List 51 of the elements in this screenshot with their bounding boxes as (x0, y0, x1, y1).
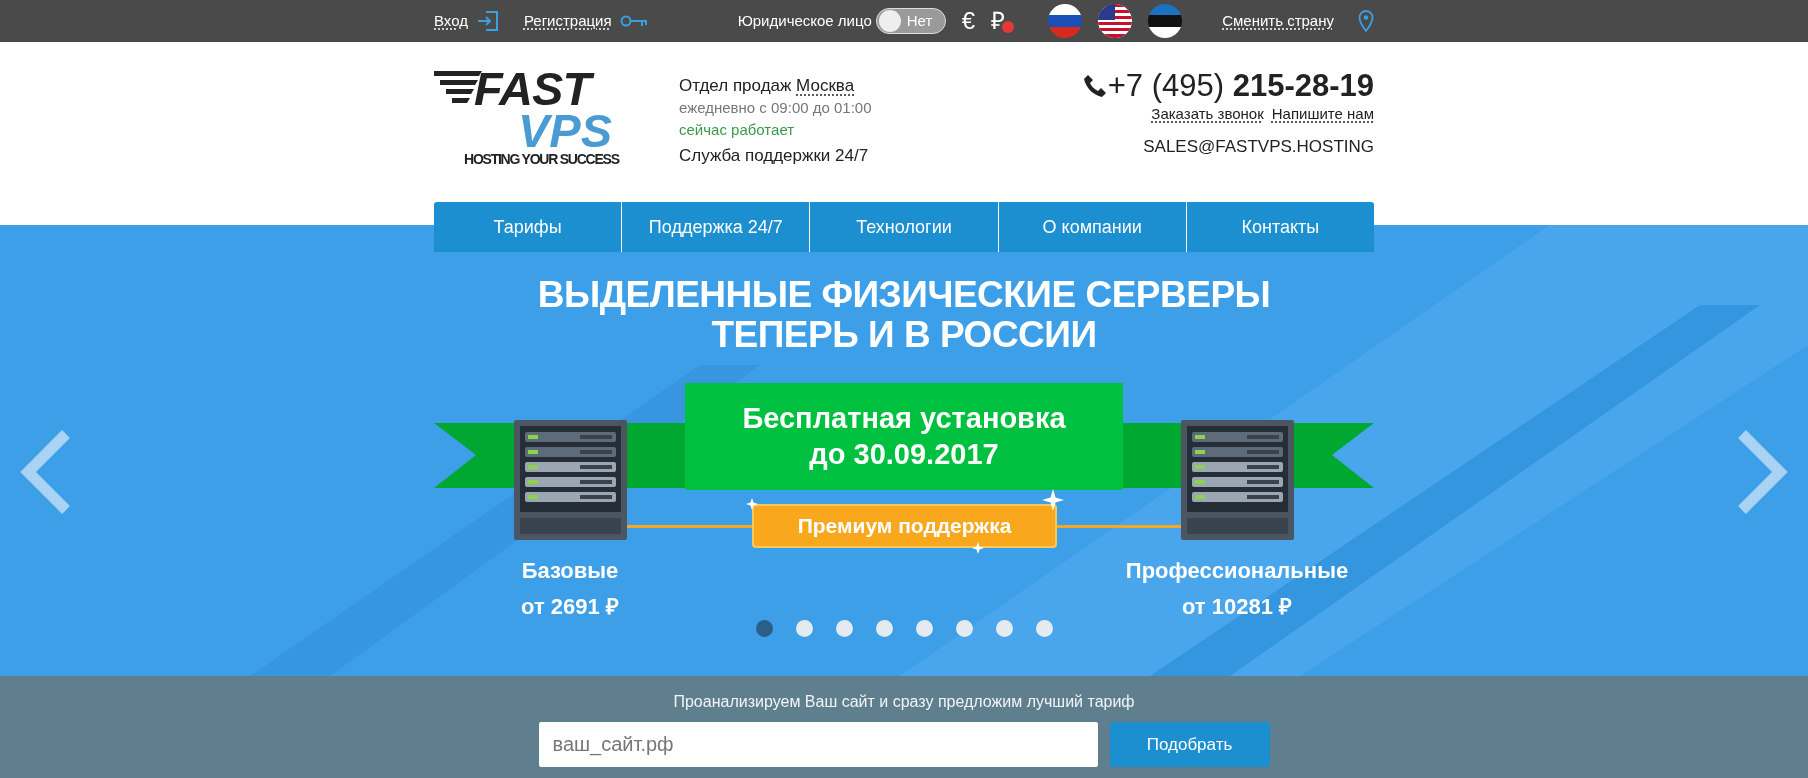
server-icon (1181, 420, 1294, 540)
login-icon (475, 9, 500, 33)
support-text: Служба поддержки 24/7 (679, 145, 870, 167)
banner-title: ТЕПЕРЬ И В РОССИИ (711, 315, 1098, 355)
currency-option[interactable]: € (961, 6, 976, 36)
city-link[interactable]: Москва (796, 76, 855, 95)
carousel-dot[interactable] (915, 620, 933, 637)
header-link[interactable]: Заказать звонок (1151, 103, 1264, 126)
promo-text: до 30.09.2017 (808, 437, 1000, 472)
email-text: SALES@FASTVPS.HOSTING (1142, 135, 1374, 158)
nav-tab[interactable]: Контакты (1185, 202, 1374, 252)
tier-name: Базовые (520, 557, 620, 585)
nav-tab[interactable]: Технологии (809, 202, 998, 252)
nav-tab[interactable]: Поддержка 24/7 (621, 202, 810, 252)
premium-support-badge: Премиум поддержка (752, 504, 1057, 548)
nav-tab[interactable]: О компании (997, 202, 1186, 252)
status-text: сейчас работает (679, 120, 796, 140)
logo[interactable]: FAST VPS HOSTING YOUR SUCCESS (434, 67, 644, 165)
currency-option[interactable]: ₽ (991, 6, 1015, 36)
register-link[interactable]: Регистрация (523, 9, 612, 33)
pick-button[interactable]: Подобрать (1109, 722, 1270, 767)
flag-icon[interactable] (1148, 4, 1183, 38)
carousel-dot[interactable] (955, 620, 973, 637)
analyze-prompt: Проанализируем Ваш сайт и сразу предложим лучший тариф (672, 692, 1136, 712)
nav-tab[interactable]: Тарифы (434, 202, 622, 252)
header-link[interactable]: Напишите нам (1271, 103, 1374, 126)
login-link[interactable]: Вход (434, 9, 468, 33)
tier-price: от 10281 ₽ (1180, 593, 1294, 621)
carousel-dot[interactable] (755, 620, 773, 637)
sparkle-icon (972, 542, 984, 554)
sales-department-text: Отдел продаж Москва (679, 75, 856, 97)
phone-icon (1081, 73, 1108, 99)
server-icon (514, 420, 627, 540)
tier-name: Профессиональные (1124, 557, 1350, 585)
banner-title: ВЫДЕЛЕННЫЕ ФИЗИЧЕСКИЕ СЕРВЕРЫ (536, 275, 1272, 315)
key-icon (619, 14, 648, 28)
phone-number: +7 (495) 215-28-19 (1107, 69, 1374, 103)
sparkle-icon (746, 498, 758, 510)
carousel-dot[interactable] (795, 620, 813, 637)
change-country-link[interactable]: Сменить страну (1222, 9, 1334, 33)
carousel-dot[interactable] (835, 620, 853, 637)
flag-icon[interactable] (1098, 4, 1133, 38)
working-hours: ежедневно с 09:00 до 01:00 (679, 98, 872, 118)
legal-entity-label: Юридическое лицо (737, 10, 872, 31)
location-pin-icon (1358, 10, 1374, 32)
carousel-dot[interactable] (875, 620, 893, 637)
sparkle-icon (1042, 489, 1064, 511)
flag-icon[interactable] (1048, 4, 1083, 38)
promo-text: Бесплатная установка (741, 401, 1067, 436)
site-input[interactable]: ваш_сайт.рф (538, 722, 1098, 767)
tier-price: от 2691 ₽ (520, 593, 620, 621)
